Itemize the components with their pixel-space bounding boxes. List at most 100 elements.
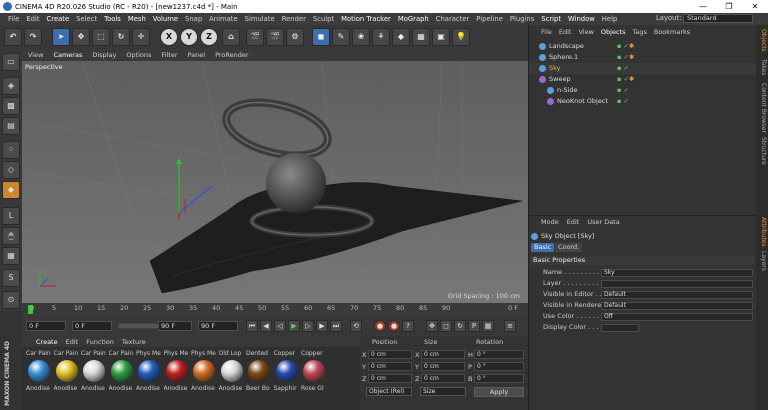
property-value-field[interactable]: Sky: [601, 269, 753, 277]
visibility-check-icon[interactable]: ▪ ✓: [617, 64, 629, 72]
mograph-icon[interactable]: ⚘: [372, 28, 390, 46]
property-value-field[interactable]: [601, 324, 639, 332]
sidetab-takes[interactable]: Takes: [757, 59, 767, 75]
material-swatch[interactable]: Copper Sapphir: [274, 350, 302, 394]
sidetab-content-browser[interactable]: Content Browser: [757, 83, 767, 133]
viewport-menu-panel[interactable]: Panel: [188, 51, 206, 59]
menu-window[interactable]: Window: [568, 15, 595, 23]
keyframe-selection-icon[interactable]: ?: [402, 320, 414, 332]
viewport-solo-icon[interactable]: ▦: [2, 247, 20, 265]
undo-icon[interactable]: ↶: [4, 28, 22, 46]
menu-help[interactable]: Help: [602, 15, 618, 23]
max-frame-field[interactable]: 90 F: [198, 321, 238, 331]
menu-mesh[interactable]: Mesh: [128, 15, 146, 23]
z-axis-button[interactable]: Z: [200, 28, 218, 46]
sidetab-objects[interactable]: Objects: [757, 29, 767, 52]
scale-icon[interactable]: ⬚: [92, 28, 110, 46]
menu-motion-tracker[interactable]: Motion Tracker: [341, 15, 391, 23]
attributes-menu-mode[interactable]: Mode: [541, 218, 559, 226]
next-key-icon[interactable]: ▶: [316, 320, 328, 332]
x-axis-button[interactable]: X: [160, 28, 178, 46]
material-swatch[interactable]: Car Pain Anodise: [81, 350, 109, 394]
position-x-field[interactable]: 0 cm: [368, 350, 412, 359]
menu-edit[interactable]: Edit: [26, 15, 39, 23]
material-menu-function[interactable]: Function: [86, 338, 114, 346]
objects-menu-bookmarks[interactable]: Bookmarks: [654, 28, 690, 38]
rotation-h-field[interactable]: 0 °: [474, 350, 524, 359]
menu-pipeline[interactable]: Pipeline: [476, 15, 503, 23]
subdivision-icon[interactable]: ❀: [352, 28, 370, 46]
record-keys-icon[interactable]: ●: [374, 320, 386, 332]
object-row[interactable]: Sphere.1 ▪ ✓ ✱: [529, 52, 757, 63]
menu-mograph[interactable]: MoGraph: [398, 15, 429, 23]
menu-simulate[interactable]: Simulate: [245, 15, 275, 23]
go-to-end-icon[interactable]: ⏭: [330, 320, 342, 332]
object-row[interactable]: Landscape ▪ ✓ ✱: [529, 41, 757, 52]
subtab-coord[interactable]: Coord.: [555, 243, 583, 252]
material-menu-edit[interactable]: Edit: [66, 338, 79, 346]
deformer-icon[interactable]: ◆: [392, 28, 410, 46]
current-frame-field[interactable]: 0 F: [72, 321, 112, 331]
visibility-check-icon[interactable]: ▪ ✓: [617, 53, 629, 61]
key-parameter-icon[interactable]: P: [468, 320, 480, 332]
object-tag-icon[interactable]: ✱: [629, 53, 634, 61]
timeline-ruler[interactable]: 0 5 10 15 20 25 30 35 40 45 50 55 60 65 …: [22, 303, 528, 316]
apply-button[interactable]: Apply: [474, 387, 524, 397]
object-row[interactable]: n-Side ▪ ✓: [529, 85, 757, 96]
menu-character[interactable]: Character: [436, 15, 470, 23]
key-position-icon[interactable]: ✥: [426, 320, 438, 332]
menu-file[interactable]: File: [8, 15, 19, 23]
sidetab-structure[interactable]: Structure: [757, 137, 767, 165]
material-swatch[interactable]: Phys Me Anodise: [164, 350, 192, 394]
minimize-button[interactable]: —: [690, 2, 716, 11]
objects-menu-view[interactable]: View: [578, 28, 593, 38]
viewport-menu-filter[interactable]: Filter: [161, 51, 177, 59]
material-swatch[interactable]: Car Pain Anodise: [26, 350, 54, 394]
snapping-icon[interactable]: S: [2, 269, 20, 287]
move-icon[interactable]: ✥: [72, 28, 90, 46]
objects-menu-objects[interactable]: Objects: [601, 28, 626, 38]
rotate-icon[interactable]: ↻: [112, 28, 130, 46]
key-rotation-icon[interactable]: ↻: [454, 320, 466, 332]
close-button[interactable]: ✕: [742, 2, 768, 11]
render-picture-viewer-icon[interactable]: 🎬: [266, 28, 284, 46]
attributes-menu-user-data[interactable]: User Data: [587, 218, 619, 226]
menu-tools[interactable]: Tools: [104, 15, 121, 23]
menu-script[interactable]: Script: [541, 15, 561, 23]
polygons-mode-icon[interactable]: ◆: [2, 181, 20, 199]
pen-spline-icon[interactable]: ✎: [332, 28, 350, 46]
render-settings-icon[interactable]: ⚙: [286, 28, 304, 46]
render-view-icon[interactable]: 🎬: [246, 28, 264, 46]
menu-volume[interactable]: Volume: [153, 15, 178, 23]
size-mode-select[interactable]: Size: [420, 387, 466, 396]
key-pla-icon[interactable]: ▦: [482, 320, 494, 332]
coordinate-system-icon[interactable]: ⌂: [222, 28, 240, 46]
material-swatch[interactable]: Car Pain Anodise: [54, 350, 82, 394]
3d-viewport[interactable]: Perspective Grid Spacing : 100 cm: [22, 61, 528, 303]
viewport-menu-display[interactable]: Display: [92, 51, 116, 59]
make-editable-icon[interactable]: ▭: [2, 53, 20, 71]
light-icon[interactable]: 💡: [452, 28, 470, 46]
position-y-field[interactable]: 0 cm: [368, 362, 412, 371]
menu-sculpt[interactable]: Sculpt: [313, 15, 334, 23]
prev-key-icon[interactable]: ◀: [260, 320, 272, 332]
edges-mode-icon[interactable]: ◇: [2, 161, 20, 179]
material-swatch[interactable]: Phys Me Anodise: [191, 350, 219, 394]
material-swatch[interactable]: Car Pain Anodise: [109, 350, 137, 394]
object-row[interactable]: Sky ▪ ✓: [529, 63, 757, 74]
model-mode-icon[interactable]: ◈: [2, 77, 20, 95]
timeline-menu-icon[interactable]: ≡: [504, 320, 516, 332]
go-to-start-icon[interactable]: ⏮: [246, 320, 258, 332]
objects-menu-edit[interactable]: Edit: [559, 28, 572, 38]
objects-menu-tags[interactable]: Tags: [632, 28, 646, 38]
material-swatch[interactable]: Old Lop Anodise: [219, 350, 247, 394]
select-cursor-icon[interactable]: ➤: [52, 28, 70, 46]
property-value-field[interactable]: [601, 280, 753, 288]
property-value-field[interactable]: Default: [601, 291, 753, 299]
rotation-p-field[interactable]: 0 °: [474, 362, 524, 371]
texture-mode-icon[interactable]: ▩: [2, 97, 20, 115]
menu-create[interactable]: Create: [47, 15, 70, 23]
position-z-field[interactable]: 0 cm: [368, 374, 412, 383]
points-mode-icon[interactable]: ⁘: [2, 141, 20, 159]
next-frame-icon[interactable]: ▷: [302, 320, 314, 332]
